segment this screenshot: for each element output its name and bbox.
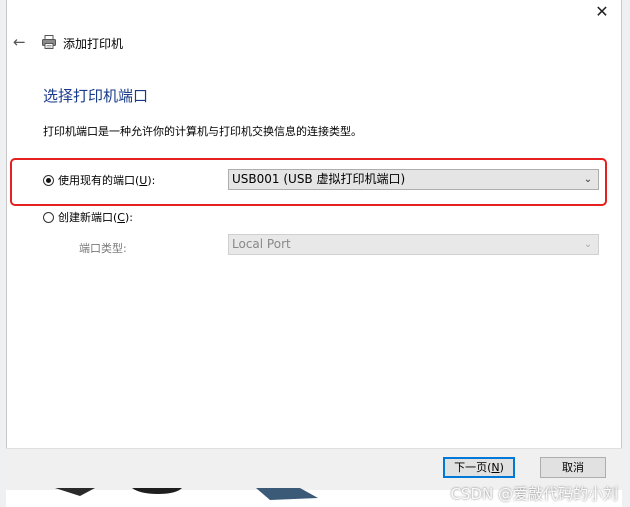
back-arrow-icon[interactable]: ← bbox=[13, 34, 29, 50]
new-port-radio[interactable] bbox=[43, 211, 54, 223]
printer-icon bbox=[42, 35, 56, 49]
annotation-highlight-box bbox=[10, 158, 607, 206]
port-type-select: Local Port ⌄ bbox=[228, 234, 599, 255]
window-title: 添加打印机 bbox=[63, 37, 124, 51]
watermark-text: CSDN @爱敲代码的小刘 bbox=[450, 485, 618, 503]
next-button[interactable]: 下一页(N) bbox=[443, 457, 515, 478]
close-icon[interactable]: ✕ bbox=[593, 3, 611, 21]
chevron-down-icon: ⌄ bbox=[583, 239, 593, 250]
port-type-label: 端口类型: bbox=[79, 242, 127, 255]
new-port-label[interactable]: 创建新端口(C): bbox=[58, 209, 133, 225]
new-port-option[interactable]: 创建新端口(C): bbox=[43, 207, 133, 227]
port-type-value: Local Port bbox=[232, 237, 291, 251]
page-description: 打印机端口是一种允许你的计算机与打印机交换信息的连接类型。 bbox=[43, 125, 362, 138]
add-printer-dialog: ✕ ← 添加打印机 选择打印机端口 打印机端口是一种允许你的计算机与打印机交换信… bbox=[6, 0, 622, 490]
cancel-button[interactable]: 取消 bbox=[540, 457, 606, 478]
page-title: 选择打印机端口 bbox=[43, 87, 149, 105]
background-edge-right bbox=[622, 0, 630, 507]
